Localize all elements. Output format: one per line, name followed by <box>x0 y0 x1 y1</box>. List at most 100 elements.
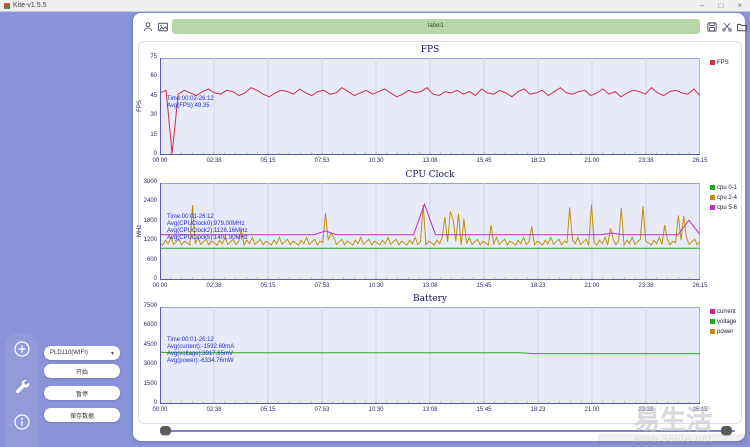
y-tick-label: 45 <box>150 92 157 99</box>
close-button[interactable]: × <box>737 0 742 11</box>
chart-title: Battery <box>413 294 447 304</box>
image-icon <box>158 22 168 32</box>
x-tick-label: 05:15 <box>260 283 276 289</box>
main-panel: label1 FPS FPS 0 15 30 45 60 75 00:00 02:38 05:15 0… <box>133 13 748 441</box>
add-button[interactable] <box>13 340 31 358</box>
legend-swatch <box>710 328 715 334</box>
scissors-icon <box>722 22 732 32</box>
x-tick-label: 10:30 <box>368 158 384 164</box>
y-tick-label: 600 <box>146 256 157 263</box>
cut-button[interactable] <box>721 20 733 32</box>
plot-area <box>160 307 700 404</box>
legend-item: cpu 0-1 <box>710 183 737 193</box>
x-tick-label: 18:23 <box>530 283 546 289</box>
annotation-line: Avg(current):-1592.69mA <box>167 344 235 350</box>
x-tick-label: 15:45 <box>476 407 492 413</box>
x-tick-label: 10:30 <box>368 283 384 289</box>
window-titlebar: Kite-v1.5.5 – □ × <box>0 0 750 12</box>
time-range-slider[interactable] <box>160 430 735 432</box>
x-tick-label: 05:15 <box>260 407 276 413</box>
annotation-line: Avg(FPS):49.35 <box>167 103 210 109</box>
legend-swatch <box>710 194 715 200</box>
app-icon <box>4 2 10 9</box>
tools-button[interactable] <box>13 377 31 395</box>
x-tick-label: 13:08 <box>422 158 438 164</box>
battery-chart: Battery 0 1500 3000 4500 6000 7500 00:00 02:38 05… <box>133 294 745 418</box>
chart-legend: FPS <box>710 58 729 68</box>
chart-title: FPS <box>420 45 440 55</box>
x-tick-label: 13:08 <box>422 407 438 413</box>
x-tick-label: 07:53 <box>314 158 330 164</box>
wrench-icon <box>16 379 30 394</box>
x-tick-label: 23:38 <box>638 407 654 413</box>
y-tick-label: 1500 <box>143 380 157 387</box>
label-field[interactable]: label1 <box>172 19 700 34</box>
save-screenshot-button[interactable] <box>706 20 718 32</box>
pause-button[interactable]: 暂停 <box>44 386 120 400</box>
annotation-line: Avg(CPUClock5):1401.90MHz <box>167 235 248 241</box>
minimize-button[interactable]: – <box>700 0 704 11</box>
chevron-down-icon: ▾ <box>110 350 114 357</box>
legend-swatch <box>710 318 715 324</box>
plus-circle-icon <box>14 341 30 357</box>
x-tick-label: 18:23 <box>530 158 546 164</box>
legend-swatch <box>710 184 715 190</box>
annotation-line: Time:00:02-26:12 <box>167 96 214 102</box>
x-tick-label: 02:38 <box>206 283 222 289</box>
y-axis-label: MHz <box>137 224 144 237</box>
chart-title: CPU Clock <box>405 170 455 180</box>
y-tick-label: 3000 <box>143 179 157 185</box>
chart-legend: cpu 0-1 cpu 2-4 cpu 5-6 <box>710 183 737 213</box>
chart-annotation: Time:00:01-26:12 Avg(CPUClock0):979.00MHz… <box>167 214 248 242</box>
y-tick-label: 0 <box>153 400 157 406</box>
y-tick-label: 7500 <box>143 303 157 309</box>
slider-right-handle[interactable] <box>721 426 732 435</box>
annotation-line: Time:00:01-26:12 <box>167 214 214 220</box>
y-axis-label: FPS <box>136 99 143 112</box>
device-select[interactable]: PLD110(WIFI) ▾ <box>44 346 120 360</box>
annotation-line: Avg(CPUClock2):1126.16MHz <box>167 228 248 234</box>
y-tick-label: 0 <box>153 151 157 157</box>
x-tick-label: 23:38 <box>638 158 654 164</box>
image-button[interactable] <box>157 20 169 32</box>
y-tick-label: 3000 <box>143 361 157 368</box>
y-tick-label: 6000 <box>143 322 157 329</box>
start-button[interactable]: 开始 <box>44 364 120 378</box>
cpu-clock-chart: CPU Clock MHz 0 600 1200 1800 2400 3000 00:00 02:… <box>133 170 745 294</box>
y-tick-label: 15 <box>150 131 157 138</box>
x-tick-label: 13:08 <box>422 283 438 289</box>
export-button[interactable] <box>736 20 748 32</box>
slider-left-handle[interactable] <box>160 426 171 435</box>
user-button[interactable] <box>142 20 154 32</box>
legend-swatch <box>710 204 715 210</box>
x-tick-label: 02:38 <box>206 158 222 164</box>
x-tick-label: 15:45 <box>476 158 492 164</box>
x-tick-label: 26:15 <box>692 158 708 164</box>
x-tick-label: 26:15 <box>692 407 708 413</box>
x-tick-label: 07:53 <box>314 283 330 289</box>
x-tick-label: 26:15 <box>692 283 708 289</box>
plot-area <box>160 58 700 155</box>
person-icon <box>143 22 153 32</box>
y-tick-label: 60 <box>150 73 157 80</box>
y-tick-label: 30 <box>150 112 157 119</box>
y-tick-label: 2400 <box>143 198 157 205</box>
annotation-line: Time:00:01-26:12 <box>167 337 214 343</box>
save-data-button[interactable]: 保存数据 <box>44 408 120 422</box>
chart-annotation: Time:00:01-26:12 Avg(current):-1592.69mA A… <box>167 337 234 365</box>
info-button[interactable] <box>13 413 31 431</box>
annotation-line: Avg(CPUClock0):979.00MHz <box>167 221 245 227</box>
x-tick-label: 00:00 <box>152 407 168 413</box>
maximize-button[interactable]: □ <box>718 0 723 11</box>
legend-item: cpu 2-4 <box>710 193 737 203</box>
annotation-line: Avg(power):-6334.76mW <box>167 358 234 364</box>
x-tick-label: 02:38 <box>206 407 222 413</box>
x-tick-label: 15:45 <box>476 283 492 289</box>
y-tick-label: 1200 <box>143 237 157 244</box>
x-tick-label: 00:00 <box>152 158 168 164</box>
legend-swatch <box>710 308 715 314</box>
legend-item: cpu 5-6 <box>710 203 737 213</box>
x-tick-label: 21:00 <box>584 283 600 289</box>
x-tick-label: 23:38 <box>638 283 654 289</box>
annotation-line: Avg(voltage):3917.65mV <box>167 351 233 357</box>
